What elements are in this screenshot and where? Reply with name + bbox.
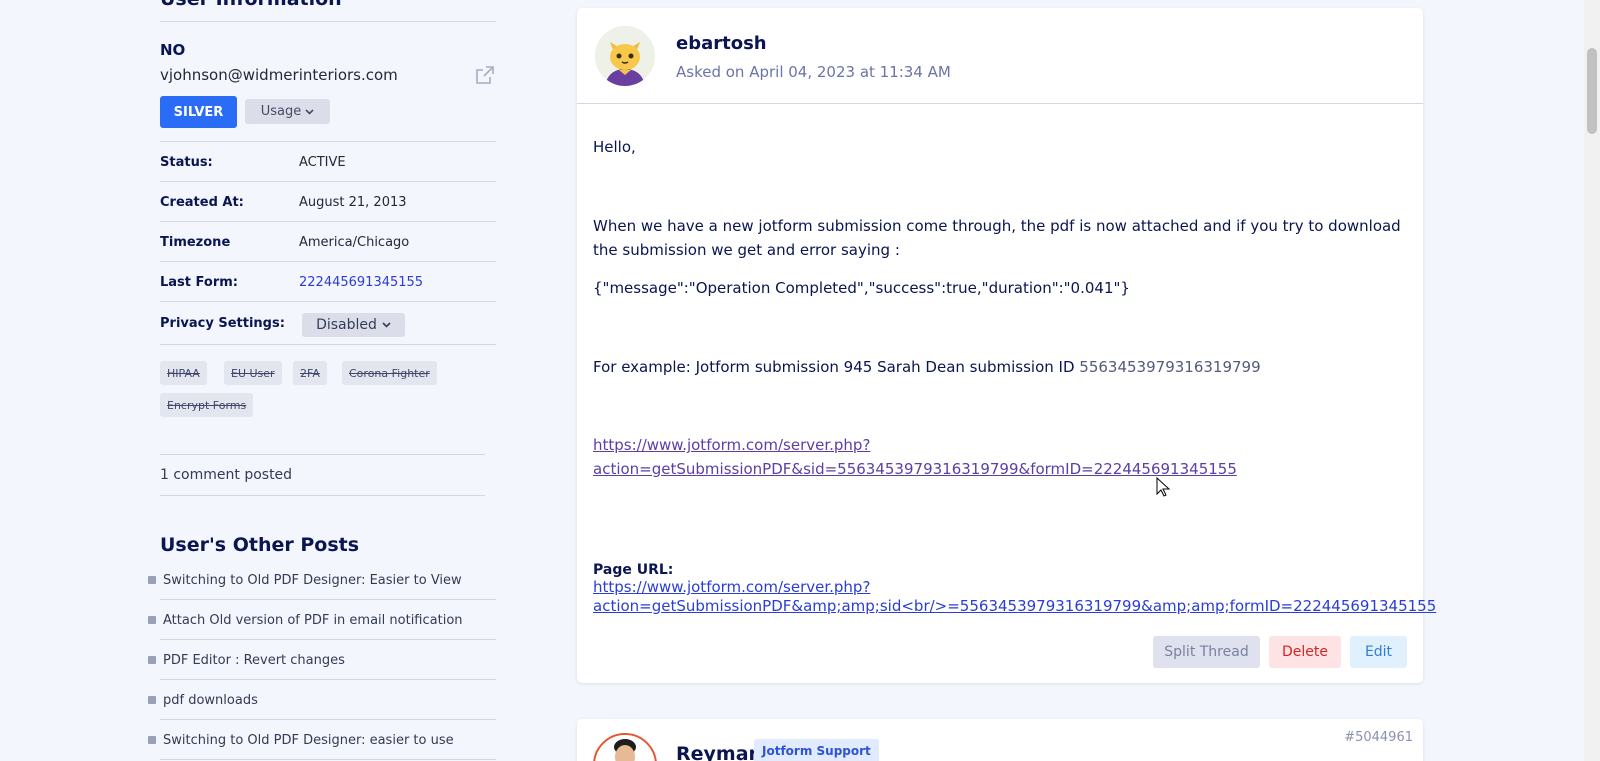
tag-corona-fighter: Corona Fighter <box>342 361 437 385</box>
other-post-item[interactable]: Switching to Old PDF Designer: easier to… <box>148 720 496 760</box>
link-line: action=getSubmissionPDF&sid=556345397931… <box>593 460 1237 478</box>
last-form-label: Last Form: <box>160 275 238 290</box>
other-post-item[interactable]: pdf downloads <box>148 680 496 720</box>
divider <box>160 344 496 345</box>
privacy-settings-dropdown[interactable]: Disabled <box>302 313 405 337</box>
page-scrollbar[interactable] <box>1584 0 1600 761</box>
link-line: action=getSubmissionPDF&amp;amp;sid<br/>… <box>593 597 1437 615</box>
question-greeting: Hello, <box>593 138 636 156</box>
divider <box>160 454 485 455</box>
error-message: {"message":"Operation Completed","succes… <box>593 279 1130 297</box>
created-at-value: August 21, 2013 <box>299 195 407 210</box>
reply-card: Reymar Jotform Support #5044961 <box>577 719 1423 761</box>
other-posts-title: User's Other Posts <box>160 534 360 556</box>
question-paragraph: When we have a new jotform submission co… <box>593 217 1401 259</box>
divider <box>160 759 496 760</box>
divider <box>577 103 1423 104</box>
mouse-cursor-icon <box>1156 476 1171 497</box>
page-url-link[interactable]: https://www.jotform.com/server.php? acti… <box>593 578 1436 616</box>
tag-eu-user: EU User <box>224 361 282 385</box>
chevron-down-icon <box>305 108 314 115</box>
question-card: ebartosh Asked on April 04, 2023 at 11:3… <box>577 8 1436 683</box>
other-post-title: pdf downloads <box>163 692 258 708</box>
edit-button[interactable]: Edit <box>1350 636 1407 668</box>
divider <box>160 21 496 22</box>
submission-pdf-link[interactable]: https://www.jotform.com/server.php? acti… <box>593 433 1237 481</box>
status-label: Status: <box>160 155 213 170</box>
asked-on-date: Asked on April 04, 2023 at 11:34 AM <box>676 63 951 81</box>
user-email: vjohnson@widmerinteriors.com <box>160 66 398 84</box>
chevron-down-icon <box>382 322 391 328</box>
plan-button[interactable]: SILVER <box>160 96 237 128</box>
user-info-heading: User Information <box>160 0 342 10</box>
reply-author-name[interactable]: Reymar <box>676 743 758 761</box>
external-link-icon[interactable] <box>474 64 496 86</box>
other-post-item[interactable]: PDF Editor : Revert changes <box>148 640 496 680</box>
reply-post-id[interactable]: #5044961 <box>1344 730 1413 745</box>
submission-id: 5563453979316319799 <box>1079 358 1261 376</box>
other-post-title: Attach Old version of PDF in email notif… <box>163 612 463 628</box>
bullet-icon <box>148 656 156 664</box>
tag-hipaa: HIPAA <box>160 361 207 385</box>
tag-2fa: 2FA <box>293 361 327 385</box>
bullet-icon <box>148 736 156 744</box>
bullet-icon <box>148 576 156 584</box>
created-at-label: Created At: <box>160 195 244 210</box>
split-thread-button[interactable]: Split Thread <box>1153 636 1260 668</box>
link-line: https://www.jotform.com/server.php? <box>593 578 871 596</box>
bullet-icon <box>148 616 156 624</box>
divider <box>160 141 496 142</box>
user-name: NO <box>160 41 186 59</box>
timezone-value: America/Chicago <box>299 235 410 250</box>
other-post-item[interactable]: Switching to Old PDF Designer: Easier to… <box>148 560 496 600</box>
status-value: ACTIVE <box>299 155 346 170</box>
page-url-label: Page URL: <box>593 562 674 578</box>
comment-count: 1 comment posted <box>160 467 293 483</box>
bullet-icon <box>148 696 156 704</box>
reply-avatar[interactable] <box>593 733 657 761</box>
scrollbar-thumb[interactable] <box>1587 48 1597 134</box>
other-post-title: Switching to Old PDF Designer: Easier to… <box>163 572 462 588</box>
privacy-value: Disabled <box>316 317 377 333</box>
timezone-label: Timezone <box>160 235 231 250</box>
delete-button[interactable]: Delete <box>1269 636 1341 668</box>
user-avatar[interactable] <box>595 26 655 86</box>
divider <box>160 495 485 496</box>
author-name[interactable]: ebartosh <box>676 33 767 54</box>
other-post-item[interactable]: Attach Old version of PDF in email notif… <box>148 600 496 640</box>
privacy-settings-label: Privacy Settings: <box>160 316 285 331</box>
example-prefix: For example: Jotform submission 945 Sara… <box>593 358 1080 376</box>
divider <box>160 181 496 182</box>
divider <box>160 221 496 222</box>
divider <box>160 261 496 262</box>
last-form-link[interactable]: 222445691345155 <box>299 275 423 290</box>
usage-dropdown[interactable]: Usage <box>245 99 330 124</box>
tag-encrypt-forms: Encrypt Forms <box>160 393 254 417</box>
example-text: For example: Jotform submission 945 Sara… <box>593 355 1261 379</box>
other-post-title: PDF Editor : Revert changes <box>163 652 345 668</box>
divider <box>160 301 496 302</box>
link-line: https://www.jotform.com/server.php? <box>593 436 871 454</box>
usage-label: Usage <box>260 104 302 119</box>
other-post-title: Switching to Old PDF Designer: easier to… <box>163 732 454 748</box>
support-badge: Jotform Support <box>754 739 879 761</box>
